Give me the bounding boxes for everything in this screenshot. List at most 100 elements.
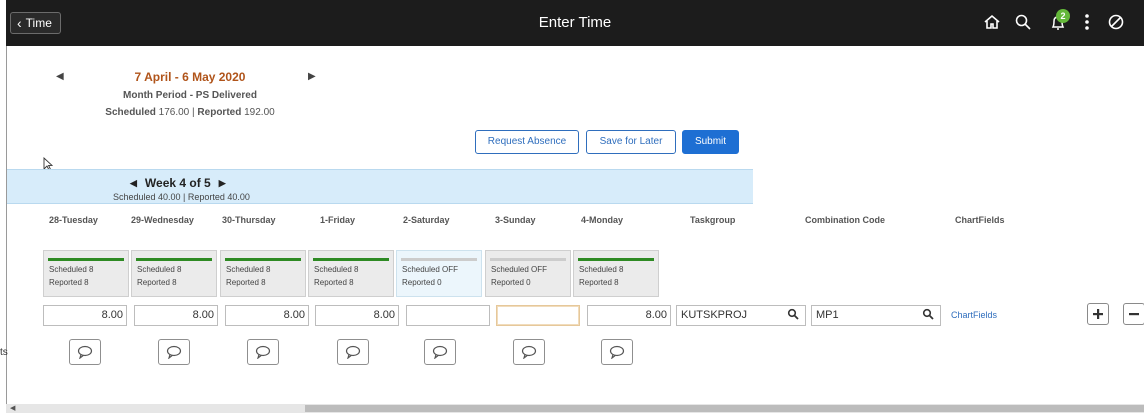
column-header: 30-Thursday <box>222 215 276 225</box>
plus-icon <box>1093 309 1103 319</box>
taskgroup-lookup-icon[interactable] <box>787 308 799 327</box>
day-scheduled: Scheduled OFF <box>491 265 548 274</box>
week-label: Week 4 of 5 <box>144 176 211 190</box>
day-reported: Reported 8 <box>226 278 266 287</box>
scrollbar-thumb[interactable] <box>305 405 1144 412</box>
column-header: 2-Saturday <box>403 215 450 225</box>
day-scheduled: Scheduled 8 <box>137 265 182 274</box>
comment-button[interactable] <box>424 339 456 365</box>
comment-icon <box>609 345 625 359</box>
comment-button[interactable] <box>337 339 369 365</box>
page-title: Enter Time <box>538 14 612 31</box>
submit-button[interactable]: Submit <box>682 130 739 154</box>
scroll-left-icon[interactable]: ◀ <box>10 404 15 412</box>
day-summary-card: Scheduled 8 Reported 8 <box>220 250 306 297</box>
column-header: 4-Monday <box>581 215 624 225</box>
column-header: 1-Friday <box>320 215 356 225</box>
horizontal-scrollbar[interactable]: ◀ <box>6 404 1144 413</box>
day-reported: Reported 8 <box>137 278 177 287</box>
home-icon[interactable] <box>980 10 1004 34</box>
day-summary-card: Scheduled 8 Reported 8 <box>131 250 217 297</box>
save-for-later-button[interactable]: Save for Later <box>586 130 676 154</box>
notification-badge: 2 <box>1056 9 1070 23</box>
navbar-icon[interactable] <box>1104 10 1128 34</box>
day-scheduled: Scheduled OFF <box>402 265 459 274</box>
period-subtitle: Month Period - PS Delivered <box>123 90 257 101</box>
day-reported: Reported 8 <box>49 278 89 287</box>
taskgroup-value: KUTSKPROJ <box>681 309 748 321</box>
day-reported: Reported 8 <box>579 278 619 287</box>
comment-button[interactable] <box>158 339 190 365</box>
delete-row-button[interactable] <box>1123 303 1144 325</box>
day-scheduled: Scheduled 8 <box>226 265 271 274</box>
scheduled-bar <box>225 258 301 261</box>
comment-icon <box>77 345 93 359</box>
comment-button[interactable] <box>69 339 101 365</box>
comments-row-label: ts <box>0 347 8 358</box>
day-summary-card: Scheduled 8 Reported 8 <box>573 250 659 297</box>
request-absence-button[interactable]: Request Absence <box>475 130 579 154</box>
more-icon[interactable] <box>1075 10 1099 34</box>
combination-code-input[interactable]: MP1 <box>811 305 941 326</box>
day-reported: Reported 0 <box>402 278 442 287</box>
comment-icon <box>432 345 448 359</box>
comment-button[interactable] <box>601 339 633 365</box>
day-scheduled: Scheduled 8 <box>49 265 94 274</box>
day-summary-card: Scheduled 8 Reported 8 <box>43 250 129 297</box>
hours-input[interactable] <box>406 305 490 326</box>
column-header: ChartFields <box>955 215 1005 225</box>
minus-icon <box>1129 313 1139 316</box>
hours-input[interactable]: 8.00 <box>134 305 218 326</box>
scheduled-bar <box>401 258 477 261</box>
scheduled-bar <box>48 258 124 261</box>
scheduled-bar <box>490 258 566 261</box>
day-scheduled: Scheduled 8 <box>314 265 359 274</box>
comment-icon <box>166 345 182 359</box>
comment-icon <box>521 345 537 359</box>
previous-period-icon[interactable]: ◀ <box>56 71 64 82</box>
comment-button[interactable] <box>247 339 279 365</box>
next-week-icon[interactable]: ▶ <box>219 178 226 189</box>
hours-input[interactable]: 8.00 <box>315 305 399 326</box>
hours-input[interactable]: 8.00 <box>43 305 127 326</box>
column-header: Combination Code <box>805 215 885 225</box>
day-summary-card: Scheduled OFF Reported 0 <box>396 250 482 297</box>
week-totals: Scheduled 40.00 | Reported 40.00 <box>113 192 250 202</box>
column-header: 29-Wednesday <box>131 215 194 225</box>
comment-button[interactable] <box>513 339 545 365</box>
comment-icon <box>345 345 361 359</box>
previous-week-icon[interactable]: ◀ <box>130 178 137 189</box>
hours-input[interactable] <box>496 305 580 326</box>
column-header: Taskgroup <box>690 215 736 225</box>
notifications-icon[interactable]: 2 <box>1046 9 1070 34</box>
day-reported: Reported 0 <box>491 278 531 287</box>
period-separator: | <box>192 107 195 118</box>
period-title: 7 April - 6 May 2020 <box>134 70 246 84</box>
scheduled-bar <box>313 258 389 261</box>
combination-code-lookup-icon[interactable] <box>922 308 934 327</box>
period-scheduled-value: 176.00 <box>158 107 190 118</box>
day-scheduled: Scheduled 8 <box>579 265 624 274</box>
day-summary-card: Scheduled 8 Reported 8 <box>308 250 394 297</box>
search-icon[interactable] <box>1011 10 1035 34</box>
add-row-button[interactable] <box>1087 303 1109 325</box>
column-header: 3-Sunday <box>495 215 536 225</box>
comment-icon <box>255 345 271 359</box>
scheduled-bar <box>578 258 654 261</box>
day-reported: Reported 8 <box>314 278 354 287</box>
period-reported-value: 192.00 <box>244 107 275 118</box>
period-scheduled-label: Scheduled <box>105 107 156 118</box>
period-totals: Scheduled 176.00 | Reported 192.00 <box>70 107 310 118</box>
next-period-icon[interactable]: ▶ <box>308 71 316 82</box>
hours-input[interactable]: 8.00 <box>225 305 309 326</box>
taskgroup-input[interactable]: KUTSKPROJ <box>676 305 806 326</box>
period-reported-label: Reported <box>197 107 242 118</box>
hours-input[interactable]: 8.00 <box>587 305 671 326</box>
header-bar: ‹ Time Enter Time 2 <box>6 0 1144 46</box>
combination-code-value: MP1 <box>816 309 839 321</box>
column-header: 28-Tuesday <box>49 215 98 225</box>
scheduled-bar <box>136 258 212 261</box>
day-summary-card: Scheduled OFF Reported 0 <box>485 250 571 297</box>
chartfields-link[interactable]: ChartFields <box>951 310 997 320</box>
week-navigator: ◀ Week 4 of 5 ▶ <box>130 176 226 190</box>
